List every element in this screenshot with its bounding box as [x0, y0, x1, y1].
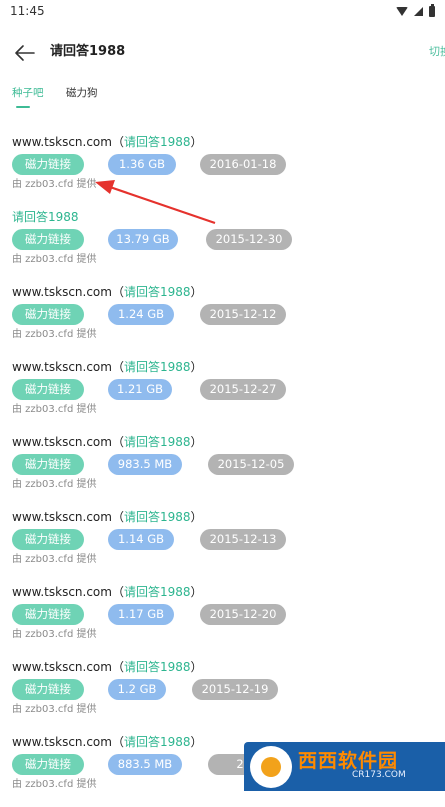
file-size-badge: 883.5 MB: [108, 754, 182, 775]
result-close-paren: ）: [190, 585, 203, 599]
provider-label: 由 zzb03.cfd 提供: [12, 479, 97, 490]
result-title[interactable]: www.tskscn.com（请回答1988）: [12, 732, 203, 752]
provider-label: 由 zzb03.cfd 提供: [12, 629, 97, 640]
active-tab-indicator: [16, 106, 30, 108]
date-badge: 2015-12-30: [206, 229, 292, 250]
result-source: www.tskscn.com（: [12, 360, 124, 374]
status-bar: 11:45: [0, 0, 445, 22]
result-close-paren: ）: [190, 135, 203, 149]
watermark-title: 西西软件园: [298, 750, 399, 772]
result-title[interactable]: www.tskscn.com（请回答1988）: [12, 432, 203, 452]
result-keyword: 请回答1988: [12, 210, 79, 224]
date-badge: 2016-01-18: [200, 154, 286, 175]
result-item[interactable]: www.tskscn.com（请回答1988） 磁力链接 1.36 GB 2016-0…: [0, 132, 445, 207]
magnet-link-button[interactable]: 磁力链接: [12, 454, 84, 475]
date-badge: 2015-12-20: [200, 604, 286, 625]
battery-icon: [429, 3, 435, 17]
result-keyword: 请回答1988: [123, 135, 191, 149]
result-item[interactable]: www.tskscn.com（请回答1988） 磁力链接 1.2 GB 2015-12…: [0, 657, 445, 732]
result-close-paren: ）: [190, 660, 203, 674]
result-title[interactable]: www.tskscn.com（请回答1988）: [12, 357, 203, 377]
magnet-link-button[interactable]: 磁力链接: [12, 754, 84, 775]
result-close-paren: ）: [190, 435, 203, 449]
annotation-arrow-icon: [95, 180, 216, 225]
status-time: 11:45: [10, 4, 45, 18]
result-list: www.tskscn.com（请回答1988） 磁力链接 1.36 GB 2016-0…: [0, 132, 445, 807]
date-badge: 2015-12-13: [200, 529, 286, 550]
source-tabs: 种子吧 磁力狗: [0, 82, 445, 116]
watermark-subtitle: CR173.COM: [352, 770, 406, 780]
status-icons: [396, 3, 435, 17]
magnet-link-button[interactable]: 磁力链接: [12, 679, 84, 700]
result-source: www.tskscn.com（: [12, 135, 124, 149]
site-watermark: 西西软件园 CR173.COM: [244, 742, 445, 791]
magnet-link-button[interactable]: 磁力链接: [12, 529, 84, 550]
date-badge: 2015-12-12: [200, 304, 286, 325]
result-title[interactable]: 请回答1988: [12, 207, 79, 227]
provider-label: 由 zzb03.cfd 提供: [12, 404, 97, 415]
provider-label: 由 zzb03.cfd 提供: [12, 329, 97, 340]
result-item[interactable]: www.tskscn.com（请回答1988） 磁力链接 1.24 GB 2015-1…: [0, 282, 445, 357]
result-source: www.tskscn.com（: [12, 285, 124, 299]
result-title[interactable]: www.tskscn.com（请回答1988）: [12, 282, 203, 302]
result-title[interactable]: www.tskscn.com（请回答1988）: [12, 132, 203, 152]
result-keyword: 请回答1988: [123, 435, 191, 449]
result-item[interactable]: www.tskscn.com（请回答1988） 磁力链接 983.5 MB 2015-…: [0, 432, 445, 507]
back-arrow-icon[interactable]: [14, 44, 36, 62]
result-close-paren: ）: [190, 285, 203, 299]
result-title[interactable]: www.tskscn.com（请回答1988）: [12, 657, 203, 677]
result-source: www.tskscn.com（: [12, 735, 124, 749]
result-item[interactable]: www.tskscn.com（请回答1988） 磁力链接 1.17 GB 2015-1…: [0, 582, 445, 657]
magnet-link-button[interactable]: 磁力链接: [12, 379, 84, 400]
result-source: www.tskscn.com（: [12, 585, 124, 599]
file-size-badge: 1.36 GB: [108, 154, 176, 175]
result-keyword: 请回答1988: [123, 660, 191, 674]
result-close-paren: ）: [190, 735, 203, 749]
tab-zhongzi[interactable]: 种子吧: [12, 82, 44, 104]
page-title: 请回答1988: [50, 44, 126, 59]
result-title[interactable]: www.tskscn.com（请回答1988）: [12, 507, 203, 527]
result-source: www.tskscn.com（: [12, 435, 124, 449]
file-size-badge: 1.14 GB: [108, 529, 174, 550]
result-keyword: 请回答1988: [123, 585, 191, 599]
signal-icon: [414, 6, 423, 16]
date-badge: 2015-12-27: [200, 379, 286, 400]
result-item[interactable]: www.tskscn.com（请回答1988） 磁力链接 1.14 GB 2015-1…: [0, 507, 445, 582]
date-badge: 2015-12-19: [192, 679, 278, 700]
magnet-link-button[interactable]: 磁力链接: [12, 304, 84, 325]
magnet-link-button[interactable]: 磁力链接: [12, 154, 84, 175]
result-keyword: 请回答1988: [123, 735, 191, 749]
provider-label: 由 zzb03.cfd 提供: [12, 704, 97, 715]
result-title[interactable]: www.tskscn.com（请回答1988）: [12, 582, 203, 602]
result-source: www.tskscn.com（: [12, 660, 124, 674]
result-source: www.tskscn.com（: [12, 510, 124, 524]
result-close-paren: ）: [190, 510, 203, 524]
watermark-logo-icon: [250, 746, 292, 788]
magnet-link-button[interactable]: 磁力链接: [12, 604, 84, 625]
switch-button[interactable]: 切换: [429, 22, 445, 82]
file-size-badge: 1.21 GB: [108, 379, 172, 400]
file-size-badge: 1.24 GB: [108, 304, 174, 325]
result-keyword: 请回答1988: [123, 285, 191, 299]
wifi-icon: [396, 6, 408, 16]
file-size-badge: 1.2 GB: [108, 679, 166, 700]
app-bar: 请回答1988 切换: [0, 22, 445, 82]
file-size-badge: 13.79 GB: [108, 229, 178, 250]
result-item[interactable]: www.tskscn.com（请回答1988） 磁力链接 1.21 GB 2015-1…: [0, 357, 445, 432]
magnet-link-button[interactable]: 磁力链接: [12, 229, 84, 250]
provider-label: 由 zzb03.cfd 提供: [12, 179, 97, 190]
result-item[interactable]: 请回答1988 磁力链接 13.79 GB 2015-12-30 由 zzb03.cfd…: [0, 207, 445, 282]
result-close-paren: ）: [190, 360, 203, 374]
tab-cililgou[interactable]: 磁力狗: [66, 82, 98, 104]
provider-label: 由 zzb03.cfd 提供: [12, 554, 97, 565]
file-size-badge: 1.17 GB: [108, 604, 174, 625]
date-badge: 2015-12-05: [208, 454, 294, 475]
provider-label: 由 zzb03.cfd 提供: [12, 254, 97, 265]
file-size-badge: 983.5 MB: [108, 454, 182, 475]
result-keyword: 请回答1988: [123, 510, 191, 524]
result-keyword: 请回答1988: [123, 360, 191, 374]
